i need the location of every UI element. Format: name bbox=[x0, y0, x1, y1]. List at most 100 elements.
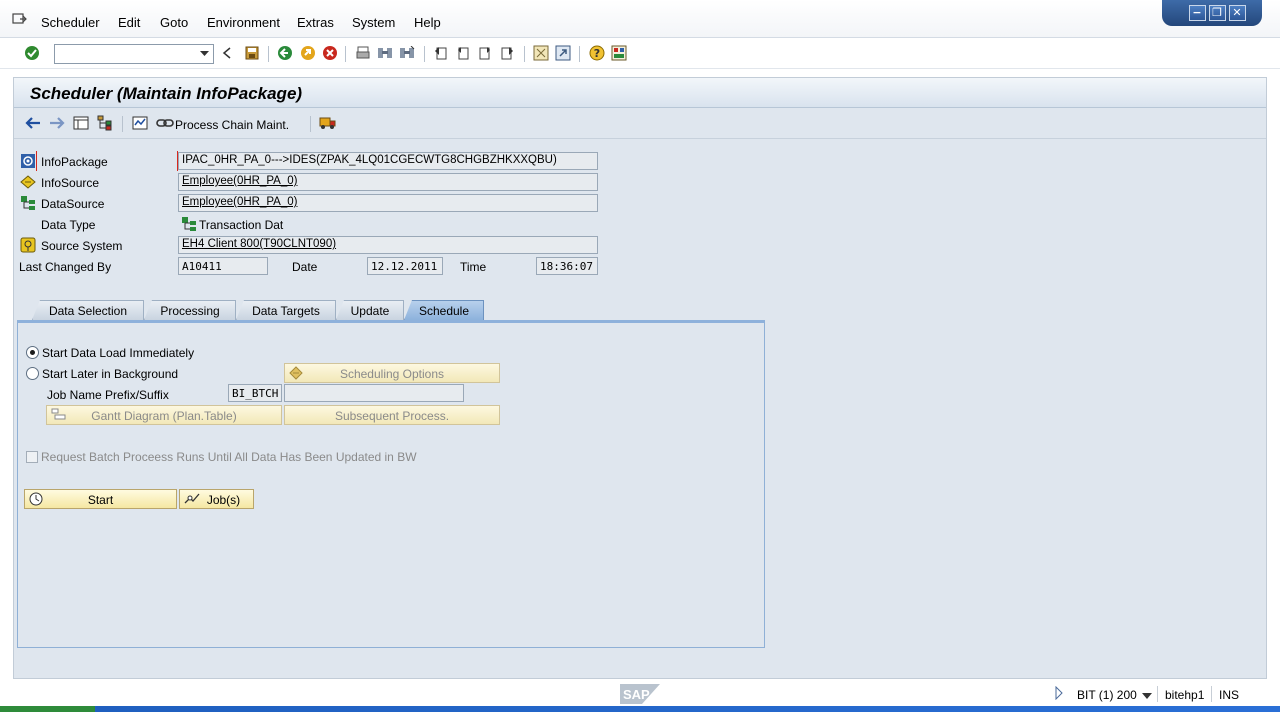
transaction-data-icon bbox=[181, 216, 197, 232]
svg-text:SAP: SAP bbox=[623, 687, 650, 702]
taskbar-strip bbox=[0, 706, 1280, 712]
last-changed-value: A10411 bbox=[178, 257, 268, 275]
toolbar-separator bbox=[579, 46, 580, 62]
tab-processing[interactable]: Processing bbox=[144, 300, 236, 320]
menu-system[interactable]: System bbox=[352, 15, 395, 30]
menu-bar: Scheduler Edit Goto Environment Extras S… bbox=[0, 0, 1280, 38]
cancel-icon[interactable] bbox=[321, 44, 339, 62]
tab-data-targets[interactable]: Data Targets bbox=[236, 300, 336, 320]
status-separator bbox=[1211, 686, 1212, 702]
gantt-diagram-button[interactable]: Gantt Diagram (Plan.Table) bbox=[46, 405, 282, 425]
create-session-icon[interactable] bbox=[532, 44, 550, 62]
scheduling-options-button[interactable]: Scheduling Options bbox=[284, 363, 500, 383]
scheduling-options-label: Scheduling Options bbox=[339, 367, 445, 381]
start-immediately-label: Start Data Load Immediately bbox=[42, 346, 195, 360]
menu-help[interactable]: Help bbox=[414, 15, 441, 30]
status-mode[interactable]: INS bbox=[1219, 688, 1239, 702]
chevron-down-icon[interactable] bbox=[197, 47, 211, 61]
help-icon[interactable]: ? bbox=[588, 44, 606, 62]
gantt-icon bbox=[51, 408, 67, 422]
start-immediately-radio[interactable] bbox=[26, 346, 39, 359]
start-button-label: Start bbox=[87, 493, 114, 507]
customize-layout-icon[interactable] bbox=[610, 44, 628, 62]
status-expand-icon[interactable] bbox=[1054, 685, 1064, 701]
menu-environment[interactable]: Environment bbox=[207, 15, 280, 30]
main-area: Scheduler (Maintain InfoPackage) Process… bbox=[13, 77, 1267, 679]
infosource-row: InfoSource Employee(0HR_PA_0) bbox=[14, 172, 614, 192]
job-name-suffix-field[interactable] bbox=[284, 384, 464, 402]
window-controls: − ❐ ✕ bbox=[1162, 0, 1262, 26]
subsequent-process-button[interactable]: Subsequent Process. bbox=[284, 405, 500, 425]
print-icon[interactable] bbox=[354, 44, 372, 62]
find-icon[interactable] bbox=[376, 44, 394, 62]
page-title: Scheduler (Maintain InfoPackage) bbox=[30, 84, 303, 103]
infopackage-row: InfoPackage IPAC_0HR_PA_0--->IDES(ZPAK_4… bbox=[14, 151, 614, 171]
standard-toolbar: ? bbox=[0, 39, 1280, 69]
request-batch-label: Request Batch Proceess Runs Until All Da… bbox=[41, 450, 417, 464]
back-arrow-icon[interactable] bbox=[218, 44, 236, 62]
tab-update[interactable]: Update bbox=[336, 300, 404, 320]
transport-truck-icon[interactable] bbox=[319, 114, 337, 132]
source-system-icon bbox=[20, 237, 36, 253]
process-chain-button[interactable]: Process Chain Maint. bbox=[175, 118, 289, 132]
infopackage-label: InfoPackage bbox=[41, 155, 108, 169]
jobs-button[interactable]: Job(s) bbox=[179, 489, 254, 509]
toolbar-separator bbox=[122, 116, 123, 132]
datatype-value: Transaction Dat bbox=[199, 218, 284, 232]
close-button[interactable]: ✕ bbox=[1228, 5, 1246, 21]
date-value: 12.12.2011 bbox=[367, 257, 443, 275]
save-icon[interactable] bbox=[243, 44, 261, 62]
tab-data-selection[interactable]: Data Selection bbox=[32, 300, 144, 320]
datasource-icon bbox=[20, 195, 36, 211]
menu-extras[interactable]: Extras bbox=[297, 15, 334, 30]
sap-logo: SAP bbox=[620, 684, 660, 704]
restore-button[interactable]: ❐ bbox=[1208, 5, 1226, 21]
start-later-label: Start Later in Background bbox=[42, 367, 179, 381]
next-page-icon[interactable] bbox=[476, 44, 494, 62]
subsequent-process-label: Subsequent Process. bbox=[334, 409, 450, 423]
status-separator bbox=[1157, 686, 1158, 702]
shortcut-icon[interactable] bbox=[554, 44, 572, 62]
menu-edit[interactable]: Edit bbox=[118, 15, 140, 30]
clock-start-icon bbox=[29, 492, 45, 506]
next-arrow-icon[interactable] bbox=[48, 114, 66, 132]
last-page-icon[interactable] bbox=[498, 44, 516, 62]
infosource-label: InfoSource bbox=[41, 176, 100, 190]
minimize-button[interactable]: − bbox=[1188, 5, 1206, 21]
time-label: Time bbox=[460, 260, 487, 274]
start-later-radio[interactable] bbox=[26, 367, 39, 380]
previous-page-icon[interactable] bbox=[454, 44, 472, 62]
source-system-value[interactable]: EH4 Client 800(T90CLNT090) bbox=[178, 236, 598, 254]
menu-system-icon[interactable] bbox=[12, 13, 28, 26]
infosource-value[interactable]: Employee(0HR_PA_0) bbox=[178, 173, 598, 191]
svg-text:?: ? bbox=[594, 47, 600, 60]
tab-schedule[interactable]: Schedule bbox=[404, 300, 484, 320]
first-page-icon[interactable] bbox=[432, 44, 450, 62]
status-server: bitehp1 bbox=[1165, 688, 1205, 702]
command-field[interactable] bbox=[54, 44, 214, 64]
previous-arrow-icon[interactable] bbox=[24, 114, 42, 132]
exit-icon[interactable] bbox=[299, 44, 317, 62]
display-list-icon[interactable] bbox=[72, 114, 90, 132]
link-icon[interactable] bbox=[156, 114, 174, 132]
last-changed-label: Last Changed By bbox=[19, 260, 112, 274]
datasource-row: DataSource Employee(0HR_PA_0) bbox=[14, 193, 614, 213]
infopackage-icon bbox=[20, 153, 36, 169]
hierarchy-icon[interactable] bbox=[96, 114, 114, 132]
system-dropdown-icon[interactable] bbox=[1142, 689, 1152, 699]
schedule-panel: Start Data Load Immediately Start Later … bbox=[17, 320, 765, 648]
infopackage-value[interactable]: IPAC_0HR_PA_0--->IDES(ZPAK_4LQ01CGECWTG8… bbox=[178, 152, 598, 170]
datatype-label: Data Type bbox=[41, 218, 96, 232]
menu-scheduler[interactable]: Scheduler bbox=[41, 15, 100, 30]
datasource-value[interactable]: Employee(0HR_PA_0) bbox=[178, 194, 598, 212]
find-next-icon[interactable] bbox=[398, 44, 416, 62]
menu-goto[interactable]: Goto bbox=[160, 15, 188, 30]
start-button[interactable]: Start bbox=[24, 489, 177, 509]
scheduling-options-icon bbox=[289, 366, 305, 380]
job-name-prefix-field[interactable]: BI_BTCH bbox=[228, 384, 282, 402]
toolbar-separator bbox=[345, 46, 346, 62]
back-icon[interactable] bbox=[276, 44, 294, 62]
enter-icon[interactable] bbox=[23, 44, 41, 62]
monitor-icon[interactable] bbox=[131, 114, 149, 132]
request-batch-checkbox[interactable] bbox=[26, 451, 38, 463]
